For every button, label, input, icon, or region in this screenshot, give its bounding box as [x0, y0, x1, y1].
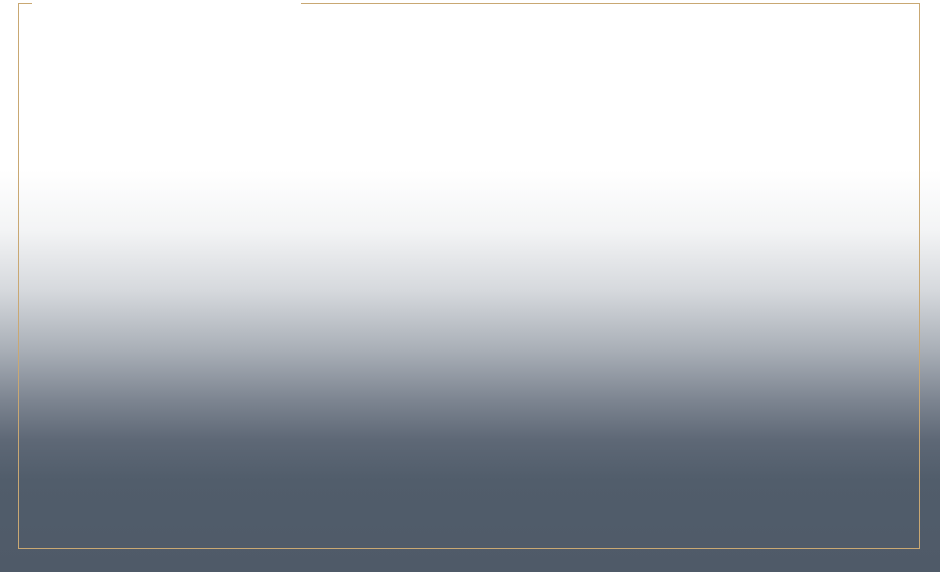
hero-background [0, 0, 940, 572]
frame-top-gap [32, 3, 301, 4]
frame-top-right-segment [301, 3, 919, 4]
frame-top-left-segment [19, 3, 32, 4]
decorative-frame [18, 3, 920, 549]
